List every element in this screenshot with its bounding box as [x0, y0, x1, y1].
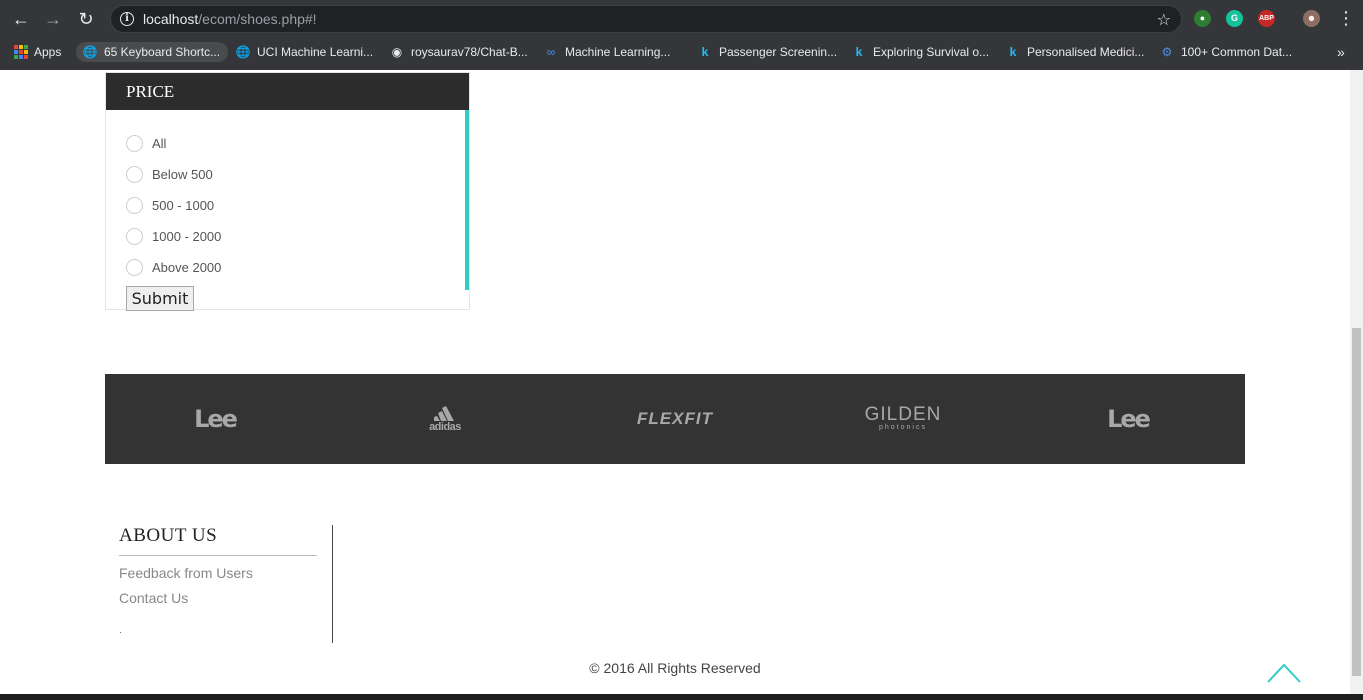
lee-logo[interactable]: Lee — [175, 402, 255, 436]
gilden-subtitle: photonics — [879, 424, 927, 431]
submit-button[interactable]: Submit — [126, 286, 194, 311]
github-icon: ◉ — [391, 45, 403, 59]
bookmark-label: 65 Keyboard Shortc... — [104, 45, 221, 59]
bookmark-label: 100+ Common Dat... — [1181, 45, 1293, 59]
grammarly-icon[interactable]: G — [1226, 10, 1243, 27]
url-text[interactable]: localhost/ecom/shoes.php#! — [143, 11, 317, 27]
contact-us-link[interactable]: Contact Us — [119, 590, 332, 606]
browser-toolbar: ← → ↻ i localhost/ecom/shoes.php#! ☆ ● G… — [0, 0, 1363, 38]
radio-button[interactable] — [126, 196, 143, 214]
address-bar[interactable]: i localhost/ecom/shoes.php#! ☆ — [110, 5, 1182, 33]
infinity-icon: ∞ — [546, 45, 556, 59]
info-icon[interactable]: i — [120, 12, 134, 26]
about-us-title: ABOUT US — [119, 525, 317, 556]
reload-icon[interactable]: ↻ — [76, 9, 96, 29]
bookmark-keyboard-shortcuts[interactable]: 🌐 65 Keyboard Shortc... — [76, 42, 229, 62]
bookmark-personalised-medicine[interactable]: k Personalised Medici... — [1005, 42, 1145, 62]
bookmark-label: Personalised Medici... — [1027, 45, 1145, 59]
extension-eye-icon[interactable]: ● — [1194, 10, 1211, 27]
bookmark-star-icon[interactable]: ☆ — [1157, 10, 1171, 30]
price-option-1000-2000[interactable]: 1000 - 2000 — [126, 226, 221, 246]
gilden-logo[interactable]: GILDEN photonics — [855, 402, 951, 436]
bookmarks-bar: Apps 🌐 65 Keyboard Shortc... 🌐 UCI Machi… — [0, 38, 1363, 66]
page-content: PRICE All Below 500 500 - 1000 1000 - 20… — [0, 70, 1350, 700]
page-scrollbar[interactable] — [1350, 70, 1363, 700]
bookmark-exploring-survival[interactable]: k Exploring Survival o... — [851, 42, 989, 62]
bookmark-label: Exploring Survival o... — [873, 45, 990, 59]
forward-arrow-icon[interactable]: → — [43, 9, 63, 29]
profile-avatar[interactable]: ☻ — [1303, 10, 1320, 27]
price-filter-options: All Below 500 500 - 1000 1000 - 2000 Abo… — [106, 110, 465, 311]
radio-button[interactable] — [126, 227, 143, 245]
taskbar-edge — [0, 694, 1363, 700]
adidas-wordmark: adidas — [429, 421, 461, 433]
gilden-wordmark: GILDEN — [864, 404, 942, 425]
globe-icon: 🌐 — [82, 45, 98, 59]
about-us-section: ABOUT US Feedback from Users Contact Us … — [119, 525, 333, 643]
radio-button[interactable] — [126, 165, 143, 183]
radio-button[interactable] — [126, 258, 143, 276]
url-host: localhost — [143, 11, 199, 27]
apps-grid-icon — [14, 45, 28, 59]
url-path: /ecom/shoes.php#! — [198, 11, 317, 27]
radio-label: 500 - 1000 — [152, 197, 215, 213]
bookmark-apps[interactable]: Apps — [14, 42, 61, 62]
price-filter-title: PRICE — [106, 73, 469, 110]
kaggle-icon: k — [1009, 45, 1017, 59]
bookmark-uci[interactable]: 🌐 UCI Machine Learni... — [235, 42, 374, 62]
bookmark-common-data[interactable]: ⚙ 100+ Common Dat... — [1159, 42, 1292, 62]
bookmark-passenger[interactable]: k Passenger Screenin... — [697, 42, 837, 62]
scroll-to-top-icon[interactable] — [1266, 660, 1302, 684]
gear-icon: ⚙ — [1161, 45, 1173, 59]
more-bookmarks-button[interactable]: » — [1337, 42, 1345, 62]
bookmark-machine-learning[interactable]: ∞ Machine Learning... — [543, 42, 671, 62]
about-dot: . — [119, 625, 122, 636]
bookmark-github[interactable]: ◉ roysaurav78/Chat-B... — [389, 42, 528, 62]
radio-label: Below 500 — [152, 166, 213, 182]
panel-scroll-accent[interactable] — [465, 110, 469, 290]
adidas-stripes-icon — [434, 406, 454, 421]
bookmark-label: UCI Machine Learni... — [257, 45, 374, 59]
copyright-text: © 2016 All Rights Reserved — [589, 660, 761, 676]
bookmark-label: Machine Learning... — [565, 45, 671, 59]
price-option-below-500[interactable]: Below 500 — [126, 164, 213, 184]
radio-label: Above 2000 — [152, 259, 222, 275]
radio-label: 1000 - 2000 — [152, 228, 222, 244]
radio-button[interactable] — [126, 134, 143, 152]
bookmark-label: Apps — [34, 45, 62, 59]
adidas-logo[interactable]: adidas — [405, 402, 485, 436]
bookmark-label: roysaurav78/Chat-B... — [411, 45, 528, 59]
lee-logo[interactable]: Lee — [1088, 402, 1168, 436]
price-option-above-2000[interactable]: Above 2000 — [126, 257, 221, 277]
scrollbar-thumb[interactable] — [1352, 328, 1361, 676]
browser-menu-icon[interactable]: ⋮ — [1337, 8, 1355, 28]
price-option-all[interactable]: All — [126, 133, 166, 153]
price-filter-panel: PRICE All Below 500 500 - 1000 1000 - 20… — [105, 72, 470, 311]
adblock-icon[interactable]: ABP — [1258, 10, 1275, 27]
feedback-link[interactable]: Feedback from Users — [119, 565, 332, 581]
kaggle-icon: k — [855, 45, 863, 59]
browser-chrome: ← → ↻ i localhost/ecom/shoes.php#! ☆ ● G… — [0, 0, 1363, 70]
kaggle-icon: k — [701, 45, 709, 59]
globe-icon: 🌐 — [235, 45, 251, 59]
flexfit-logo[interactable]: FLEXFIT — [625, 402, 725, 436]
bookmark-label: Passenger Screenin... — [719, 45, 838, 59]
radio-label: All — [152, 135, 167, 151]
back-arrow-icon[interactable]: ← — [11, 9, 31, 29]
brand-logo-strip: Lee adidas FLEXFIT GILDEN photonics Lee — [105, 374, 1245, 464]
price-option-500-1000[interactable]: 500 - 1000 — [126, 195, 214, 215]
